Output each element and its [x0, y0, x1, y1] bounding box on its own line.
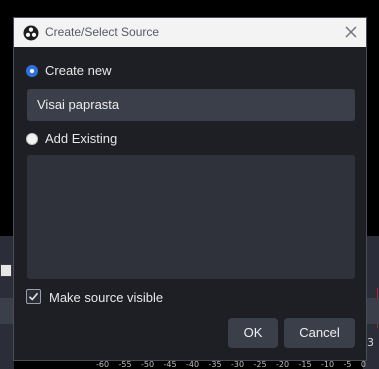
scale-label: 0 — [360, 360, 366, 369]
source-name-input[interactable]: Visai paprasta — [27, 89, 355, 121]
background-number: 3 — [367, 336, 374, 349]
ok-button[interactable]: OK — [228, 318, 278, 348]
add-existing-label[interactable]: Add Existing — [45, 131, 117, 146]
scale-label: -10 — [321, 360, 335, 369]
scale-label: -25 — [253, 360, 267, 369]
obs-logo-icon — [23, 25, 39, 41]
close-icon[interactable] — [342, 23, 360, 41]
background-checkbox — [0, 264, 12, 277]
scale-label: -20 — [276, 360, 290, 369]
background-panel-left — [0, 236, 14, 369]
scale-label: -40 — [186, 360, 200, 369]
create-new-radio[interactable] — [26, 65, 38, 77]
audio-meter-scale: -60 -55 -50 -45 -40 -35 -30 -25 -20 -15 … — [96, 360, 366, 369]
make-visible-checkbox[interactable] — [26, 289, 41, 304]
checkmark-icon — [28, 292, 39, 301]
scale-label: -15 — [298, 360, 312, 369]
make-visible-label[interactable]: Make source visible — [49, 290, 163, 305]
scale-label: -50 — [141, 360, 155, 369]
dialog-title: Create/Select Source — [45, 25, 160, 39]
scale-label: -5 — [343, 360, 352, 369]
background-strip — [0, 298, 14, 324]
cancel-button[interactable]: Cancel — [284, 318, 355, 348]
create-new-label[interactable]: Create new — [45, 63, 111, 78]
scale-label: -30 — [231, 360, 245, 369]
scale-label: -55 — [118, 360, 132, 369]
create-select-source-dialog: Create/Select Source Create new Visai pa… — [13, 17, 367, 361]
scale-label: -60 — [96, 360, 110, 369]
existing-sources-list[interactable] — [27, 155, 355, 279]
scale-label: -35 — [208, 360, 222, 369]
title-bar[interactable]: Create/Select Source — [14, 18, 366, 47]
add-existing-radio[interactable] — [26, 133, 38, 145]
scale-label: -45 — [163, 360, 177, 369]
